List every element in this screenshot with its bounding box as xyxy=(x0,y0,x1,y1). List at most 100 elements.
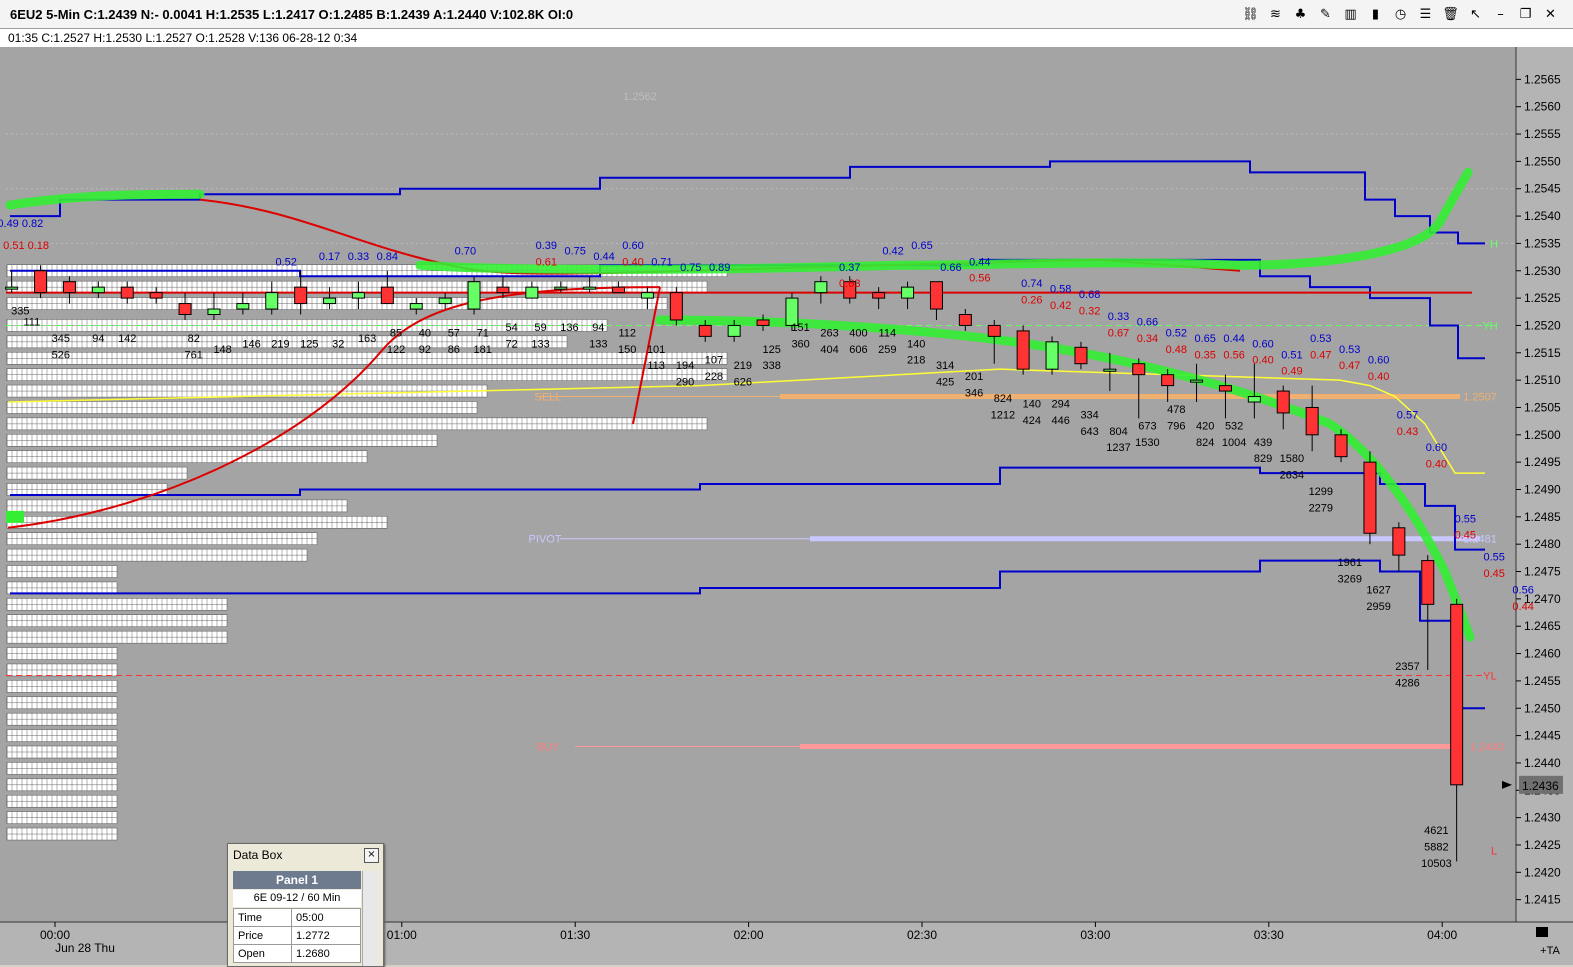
window-titlebar: 6EU2 5-Min C:1.2439 N:- 0.0041 H:1.2535 … xyxy=(0,0,1573,29)
ratio-label: 0.56 xyxy=(1223,349,1244,361)
clock-icon[interactable]: ◷ xyxy=(1390,4,1411,25)
candle-up xyxy=(438,297,452,305)
candle-down xyxy=(294,286,308,305)
candle-down xyxy=(669,292,683,321)
ratio-label: 0.40 xyxy=(622,256,643,268)
tree-icon[interactable]: ♣ xyxy=(1290,4,1311,25)
volume-label: 219 xyxy=(734,360,752,372)
y-tick-label: 1.2475 xyxy=(1524,565,1561,579)
ratio-label: 0.68 xyxy=(1079,289,1100,301)
ratio-label: 0.70 xyxy=(455,245,476,257)
cursor-icon[interactable]: ↖ xyxy=(1465,4,1486,25)
ratio-label: 0.58 xyxy=(1050,284,1071,296)
y-tick-label: 1.2530 xyxy=(1524,264,1561,278)
ratio-label: 0.45 xyxy=(1484,568,1505,580)
volume-label: 113 xyxy=(647,360,665,372)
l-level-label: L xyxy=(1491,845,1497,857)
volume-label: 111 xyxy=(24,316,41,328)
data-box-header[interactable]: Data Box × xyxy=(228,844,383,866)
ratio-label: 0.51 xyxy=(1281,349,1302,361)
volume-label: 218 xyxy=(907,355,925,367)
ratio-label: 0.40 xyxy=(1252,355,1273,367)
volume-label: 1961 xyxy=(1337,557,1361,569)
close-icon[interactable]: × xyxy=(364,848,379,863)
candle-down xyxy=(34,270,48,294)
ratio-label: 0.26 xyxy=(1021,295,1042,307)
x-tick-label: 04:00 xyxy=(1427,928,1457,942)
candle-up xyxy=(1247,396,1261,403)
trash-icon[interactable]: 🗑 xyxy=(1440,4,1461,25)
ratio-label: 0.34 xyxy=(1137,333,1158,345)
volume-label: 425 xyxy=(936,377,954,389)
volume-label: 112 xyxy=(618,327,636,339)
bar-info-text: 01:35 C:1.2527 H:1.2530 L:1.2527 O:1.252… xyxy=(8,31,358,45)
ratio-label: 0.39 xyxy=(536,240,557,252)
pivot-level-label: PIVOT xyxy=(528,534,561,546)
chart-canvas[interactable]: SELL 1.2507PIVOT 1.2481BUY 1.2443YHYLHL1.25… xyxy=(0,47,1573,965)
volume-label: 263 xyxy=(820,327,838,339)
volume-label: 10503 xyxy=(1421,858,1452,870)
ratio-label: 0.49 xyxy=(1281,366,1302,378)
candle-down xyxy=(149,292,163,299)
restore-icon[interactable]: ❐ xyxy=(1515,4,1536,25)
minimize-icon[interactable]: – xyxy=(1490,4,1511,25)
list-icon[interactable]: ☰ xyxy=(1415,4,1436,25)
volume-label: 334 xyxy=(1080,409,1098,421)
volume-label: 71 xyxy=(477,327,489,339)
volume-label: 194 xyxy=(676,360,694,372)
candle-icon[interactable]: ▮ xyxy=(1365,4,1386,25)
volume-label: 181 xyxy=(474,344,492,356)
table-row: Open 1.2680 xyxy=(232,944,361,963)
candle-up xyxy=(901,286,915,299)
bar-chart-icon[interactable]: ▥ xyxy=(1340,4,1361,25)
corner-box-icon xyxy=(1536,927,1548,937)
ratio-label: 0.57 xyxy=(1397,409,1418,421)
ratio-label: 0.33 xyxy=(1108,311,1129,323)
last-price-tag: 1.2436 xyxy=(1522,779,1559,793)
data-box-panel-label: Panel 1 xyxy=(233,871,361,889)
candle-down xyxy=(1334,434,1348,458)
table-row: Price 1.2772 xyxy=(232,926,361,945)
volume-label: 1237 xyxy=(1106,442,1130,454)
volume-label: 59 xyxy=(534,322,546,334)
candle-up xyxy=(1103,368,1117,372)
link-icon[interactable]: ⛓ xyxy=(1240,4,1261,25)
ratio-label: 0.42 xyxy=(1050,300,1071,312)
volume-label: 400 xyxy=(849,327,867,339)
waves-icon[interactable]: ≋ xyxy=(1265,4,1286,25)
data-box-scrollbar[interactable] xyxy=(362,871,378,966)
close-icon[interactable]: ✕ xyxy=(1540,4,1561,25)
volume-label: 526 xyxy=(52,349,70,361)
y-tick-label: 1.2470 xyxy=(1524,592,1561,606)
candle-up xyxy=(207,308,221,315)
candle-down xyxy=(1016,330,1030,370)
data-box-window[interactable]: Data Box × Panel 1 6E 09-12 / 60 Min Tim… xyxy=(227,843,384,967)
candle-up xyxy=(351,292,365,299)
volume-label: 86 xyxy=(448,344,460,356)
ratio-label: 0.44 xyxy=(1223,333,1244,345)
volume-label: 150 xyxy=(618,344,636,356)
volume-label: 82 xyxy=(188,333,200,345)
ratio-label: 0.49 0.82 xyxy=(0,218,43,230)
volume-label: 92 xyxy=(419,344,431,356)
pencil-icon[interactable]: ✎ xyxy=(1315,4,1336,25)
volume-label: 1530 xyxy=(1135,437,1159,449)
x-tick-label: 01:00 xyxy=(387,928,417,942)
price-chart[interactable]: SELL 1.2507 PIVOT 1.2481 BUY 1.2443 YH YL H L 1.25… xyxy=(0,47,1573,965)
volume-label: 4286 xyxy=(1395,677,1419,689)
yh-level-label: YH xyxy=(1482,320,1497,332)
volume-label: 125 xyxy=(300,338,318,350)
volume-label: 5882 xyxy=(1424,841,1448,853)
volume-label: 404 xyxy=(820,344,838,356)
date-label: Jun 28 Thu xyxy=(55,941,115,955)
ratio-label: 0.44 xyxy=(969,256,990,268)
volume-label: 1580 xyxy=(1280,453,1304,465)
y-tick-label: 1.2550 xyxy=(1524,154,1561,168)
row-value: 05:00 xyxy=(291,908,361,927)
ratio-label: 0.47 xyxy=(1310,349,1331,361)
ratio-label: 0.60 xyxy=(1426,442,1447,454)
candle-up xyxy=(323,297,337,305)
y-tick-label: 1.2560 xyxy=(1524,100,1561,114)
candle-up xyxy=(236,303,250,310)
candle-up xyxy=(640,292,654,299)
